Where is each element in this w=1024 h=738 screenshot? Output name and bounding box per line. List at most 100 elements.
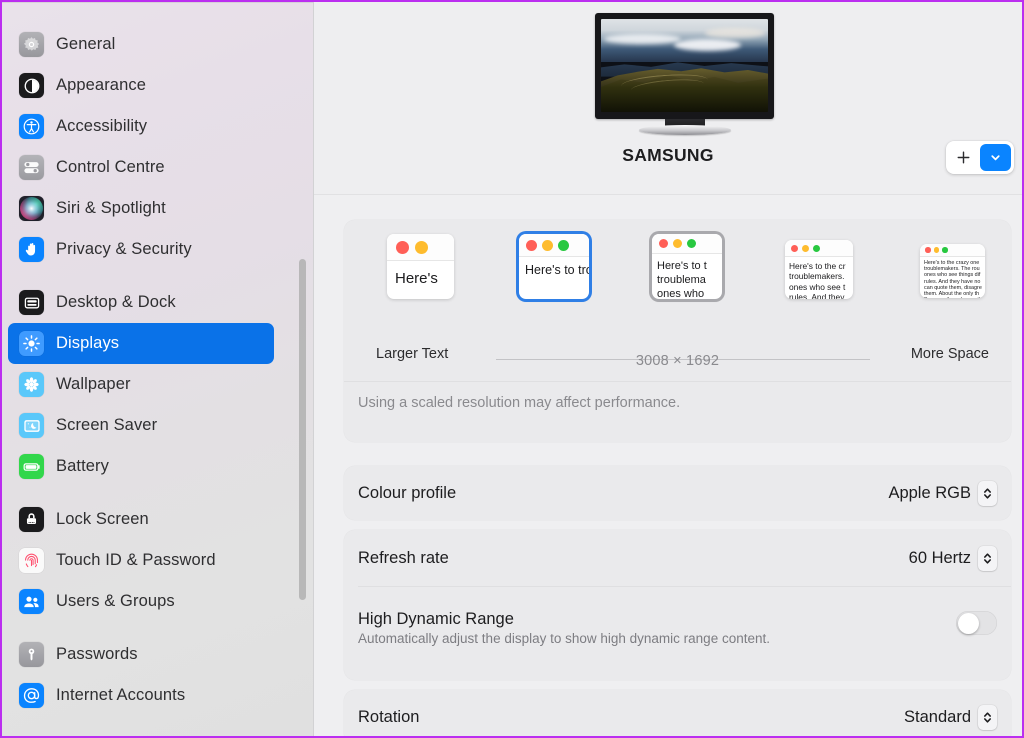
scaling-thumbnail[interactable]: Here's to the cr troublemakers. ones who… — [785, 240, 853, 299]
colour-profile-label: Colour profile — [358, 483, 457, 502]
thumb-titlebar — [785, 240, 853, 257]
sidebar-item-label: Passwords — [56, 645, 138, 663]
displays-header: SAMSUNG — [314, 2, 1022, 195]
sidebar-item-label: Users & Groups — [56, 592, 175, 610]
thumb-titlebar — [387, 234, 454, 261]
rotation-row[interactable]: Rotation Standard — [344, 690, 1011, 736]
at-sign-icon — [19, 683, 44, 708]
thumb-text: Here's to troublema — [525, 263, 589, 277]
refresh-rate-control[interactable]: 60 Hertz — [908, 545, 997, 571]
monitor-stand-base — [638, 125, 731, 135]
sidebar-item-wallpaper[interactable]: Wallpaper — [8, 364, 274, 405]
refresh-rate-value: 60 Hertz — [908, 548, 971, 567]
sidebar-item-internet-accounts[interactable]: Internet Accounts — [8, 675, 274, 716]
sidebar-item-users-groups[interactable]: Users & Groups — [8, 581, 274, 622]
thumb-text: Here's to t troublema ones who — [657, 260, 707, 299]
traffic-light-yellow — [802, 244, 809, 252]
traffic-light-yellow — [933, 247, 939, 253]
thumb-text: Here's to the crazy one troublemakers. T… — [924, 260, 982, 298]
scaling-thumbnail-selected[interactable]: Here's to troublema — [519, 234, 589, 299]
scaling-option-2[interactable]: Here's to troublema — [519, 234, 589, 299]
chevron-updown-icon[interactable] — [978, 704, 997, 730]
sidebar-item-desktop-dock[interactable]: Desktop & Dock — [8, 282, 274, 323]
monitor-screen-wallpaper — [601, 19, 768, 112]
sidebar-item-label: Accessibility — [56, 117, 148, 135]
resolution-scaling-card: Here's Here's to troublema — [344, 220, 1011, 442]
scaling-option-larger-text[interactable]: Here's — [387, 234, 454, 299]
thumb-text: Here's to the cr troublemakers. ones who… — [789, 261, 846, 299]
sidebar-item-displays[interactable]: Displays — [8, 323, 274, 364]
sidebar-item-battery[interactable]: Battery — [8, 446, 274, 487]
lock-icon — [19, 507, 44, 532]
sidebar-item-passwords[interactable]: Passwords — [8, 634, 274, 675]
colour-profile-row[interactable]: Colour profile Apple RGB — [344, 466, 1011, 520]
scaling-thumbnail[interactable]: Here's — [387, 234, 454, 299]
rotation-control[interactable]: Standard — [904, 704, 997, 730]
rotation-value: Standard — [904, 707, 971, 726]
sidebar-item-touch-id-password[interactable]: Touch ID & Password — [8, 540, 274, 581]
key-icon — [19, 642, 44, 667]
system-settings-window: General Appearance Accessibility Control… — [0, 0, 1024, 738]
traffic-light-yellow — [673, 239, 682, 248]
sidebar-item-label: Internet Accounts — [56, 686, 186, 704]
siri-orb-icon — [19, 196, 44, 221]
displays-brightness-icon — [19, 331, 44, 356]
screen-saver-icon — [19, 413, 44, 438]
sidebar-item-label: Screen Saver — [56, 416, 158, 434]
traffic-light-green — [942, 247, 948, 253]
scaling-thumbnail[interactable]: Here's to the crazy one troublemakers. T… — [920, 244, 985, 298]
sidebar-item-label: Control Centre — [56, 158, 165, 176]
chevron-updown-icon[interactable] — [978, 480, 997, 506]
sidebar-item-privacy-security[interactable]: Privacy & Security — [8, 229, 274, 270]
colour-profile-value: Apple RGB — [888, 483, 971, 502]
scaling-performance-note: Using a scaled resolution may affect per… — [358, 395, 681, 411]
scaling-option-3[interactable]: Here's to t troublema ones who — [652, 234, 722, 299]
add-display-control[interactable] — [946, 141, 1014, 174]
sidebar-scrollbar[interactable] — [299, 259, 306, 600]
wallpaper-cloud — [604, 33, 682, 45]
users-groups-icon — [19, 589, 44, 614]
wallpaper-flower-icon — [19, 372, 44, 397]
sidebar-item-siri-spotlight[interactable]: Siri & Spotlight — [8, 188, 274, 229]
sidebar-item-screen-saver[interactable]: Screen Saver — [8, 405, 274, 446]
sidebar-item-control-centre[interactable]: Control Centre — [8, 147, 274, 188]
traffic-light-green — [558, 239, 569, 251]
sidebar-item-label: Siri & Spotlight — [56, 199, 166, 217]
scaling-thumbnail[interactable]: Here's to t troublema ones who — [652, 234, 722, 299]
sidebar-item-label: Desktop & Dock — [56, 293, 176, 311]
resolution-value: 3008 × 1692 — [635, 353, 720, 369]
sidebar-item-general[interactable]: General — [8, 24, 274, 65]
rotation-card: Rotation Standard — [344, 690, 1011, 736]
sidebar-group-1: General Appearance Accessibility Control… — [2, 24, 313, 282]
scaling-option-more-space[interactable]: Here's to the crazy one troublemakers. T… — [920, 244, 985, 298]
display-preview[interactable] — [595, 13, 774, 135]
hdr-row[interactable]: High Dynamic Range Automatically adjust … — [344, 587, 1011, 680]
sidebar-item-appearance[interactable]: Appearance — [8, 65, 274, 106]
thumb-titlebar — [920, 244, 985, 257]
refresh-hdr-card: Refresh rate 60 Hertz High Dynamic Range… — [344, 530, 1011, 680]
traffic-light-red — [396, 240, 409, 254]
rotation-label: Rotation — [358, 707, 420, 726]
thumb-titlebar — [652, 234, 722, 254]
sidebar-item-label: Appearance — [56, 76, 146, 94]
traffic-light-green — [813, 244, 820, 252]
chevron-down-icon[interactable] — [980, 144, 1011, 171]
colour-profile-control[interactable]: Apple RGB — [888, 480, 997, 506]
sidebar-item-accessibility[interactable]: Accessibility — [8, 106, 274, 147]
displays-pane: SAMSUNG Here's Here's to tr Here's to t … — [314, 2, 1022, 736]
sidebar-item-label: Wallpaper — [56, 375, 131, 393]
hdr-toggle-switch[interactable] — [956, 611, 997, 635]
desktop-dock-icon — [19, 290, 44, 315]
hdr-text-block: High Dynamic Range Automatically adjust … — [358, 610, 770, 646]
control-centre-sliders-icon — [19, 155, 44, 180]
refresh-rate-row[interactable]: Refresh rate 60 Hertz — [344, 530, 1011, 586]
chevron-updown-icon[interactable] — [978, 545, 997, 571]
refresh-rate-label: Refresh rate — [358, 548, 449, 567]
settings-sidebar[interactable]: General Appearance Accessibility Control… — [2, 2, 313, 736]
displays-settings-list: Here's Here's to troublema — [314, 196, 1022, 736]
hdr-toggle-wrap[interactable] — [956, 611, 997, 635]
add-display-button[interactable] — [946, 141, 980, 174]
scaling-option-4[interactable]: Here's to the cr troublemakers. ones who… — [785, 240, 853, 299]
sidebar-item-lock-screen[interactable]: Lock Screen — [8, 499, 274, 540]
sidebar-item-label: Lock Screen — [56, 510, 149, 528]
